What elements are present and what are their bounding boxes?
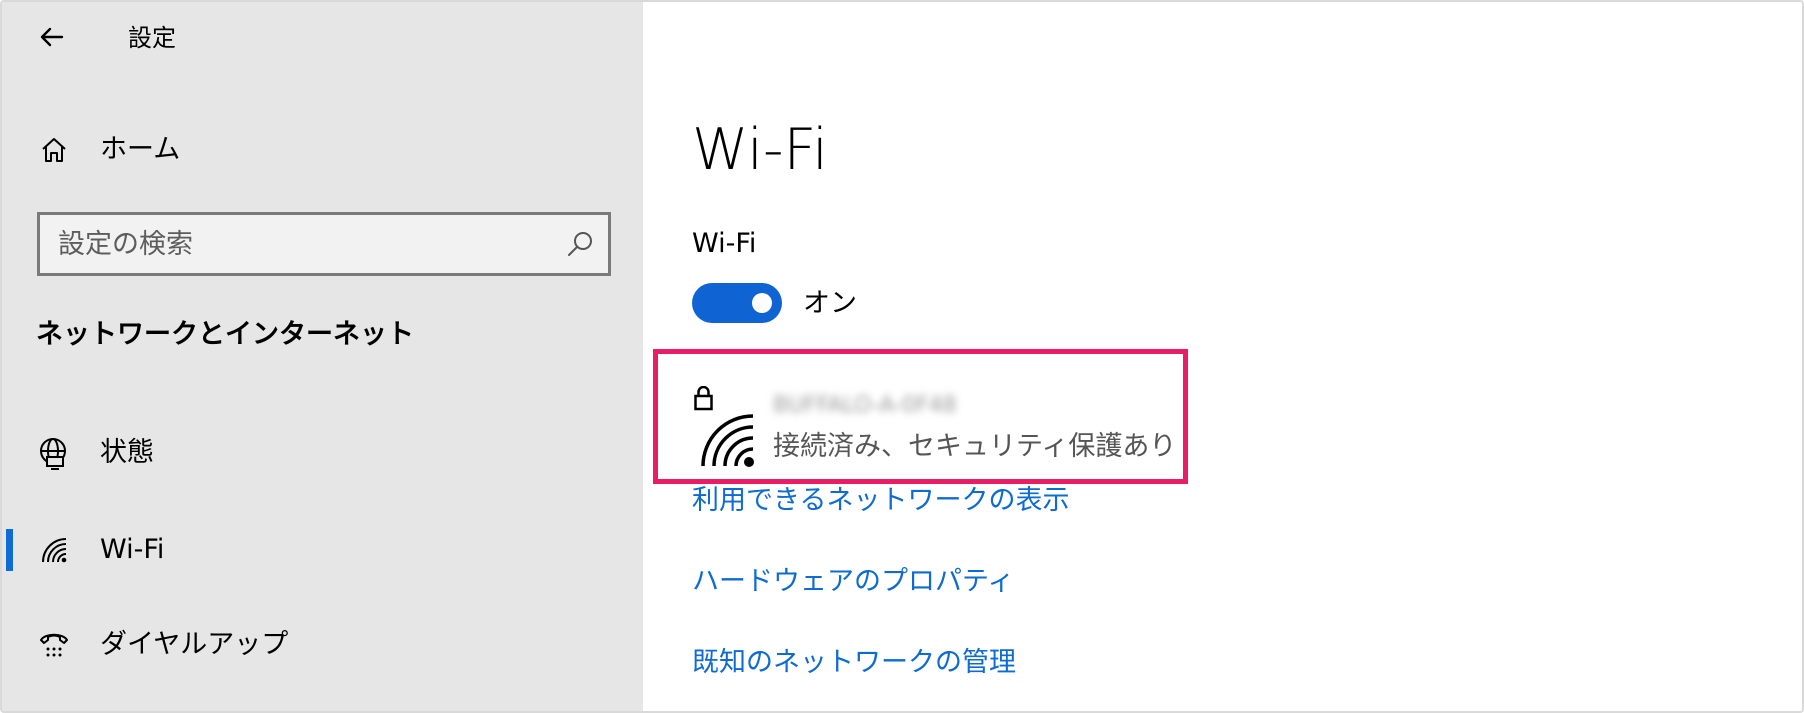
sidebar: 設定 ホーム ネットワークとインターネット [2,2,643,711]
sidebar-item-wifi-label: Wi-Fi [100,534,165,565]
sidebar-item-home[interactable]: ホーム [2,122,643,178]
app-title: 設定 [128,24,176,52]
hardware-properties-link[interactable]: ハードウェアのプロパティ [692,563,1014,601]
search-box[interactable] [37,212,611,276]
section-title: ネットワークとインターネット [36,319,414,350]
network-name-text: BUFFALO-A-0F48 [773,393,957,418]
toggle-knob [752,293,772,313]
show-available-networks-link[interactable]: 利用できるネットワークの表示 [692,482,1069,520]
wifi-toggle-label: Wi-Fi [692,228,757,259]
back-arrow-icon [37,22,67,55]
sidebar-item-home-label: ホーム [100,134,181,165]
settings-window: 設定 ホーム ネットワークとインターネット [0,0,1804,713]
search-icon[interactable] [564,228,596,260]
wifi-toggle[interactable] [692,283,782,323]
wifi-toggle-state: オン [803,288,857,319]
search-input[interactable] [58,215,558,273]
home-icon [36,132,72,168]
sidebar-item-status-label: 状態 [100,437,154,468]
secured-wifi-icon [694,385,770,470]
manage-known-networks-link[interactable]: 既知のネットワークの管理 [692,644,1016,682]
network-name: BUFFALO-A-0F48 [773,390,983,422]
sidebar-item-wifi[interactable]: Wi-Fi [2,517,643,583]
wifi-icon [36,532,72,568]
sidebar-item-dialup-label: ダイヤルアップ [100,629,289,660]
globe-status-icon [36,435,72,471]
network-status: 接続済み、セキュリティ保護あり [773,431,1177,462]
active-indicator [6,529,13,571]
back-button[interactable] [30,16,74,60]
sidebar-item-status[interactable]: 状態 [2,420,643,486]
page-title: Wi-Fi [692,117,828,183]
dialup-icon [36,627,72,663]
sidebar-item-dialup[interactable]: ダイヤルアップ [2,612,643,678]
main-content: Wi-Fi Wi-Fi オン BUFFALO-A-0F48 接続済み、セキュリテ… [643,2,1802,711]
current-network-card[interactable]: BUFFALO-A-0F48 接続済み、セキュリティ保護あり [653,349,1188,484]
